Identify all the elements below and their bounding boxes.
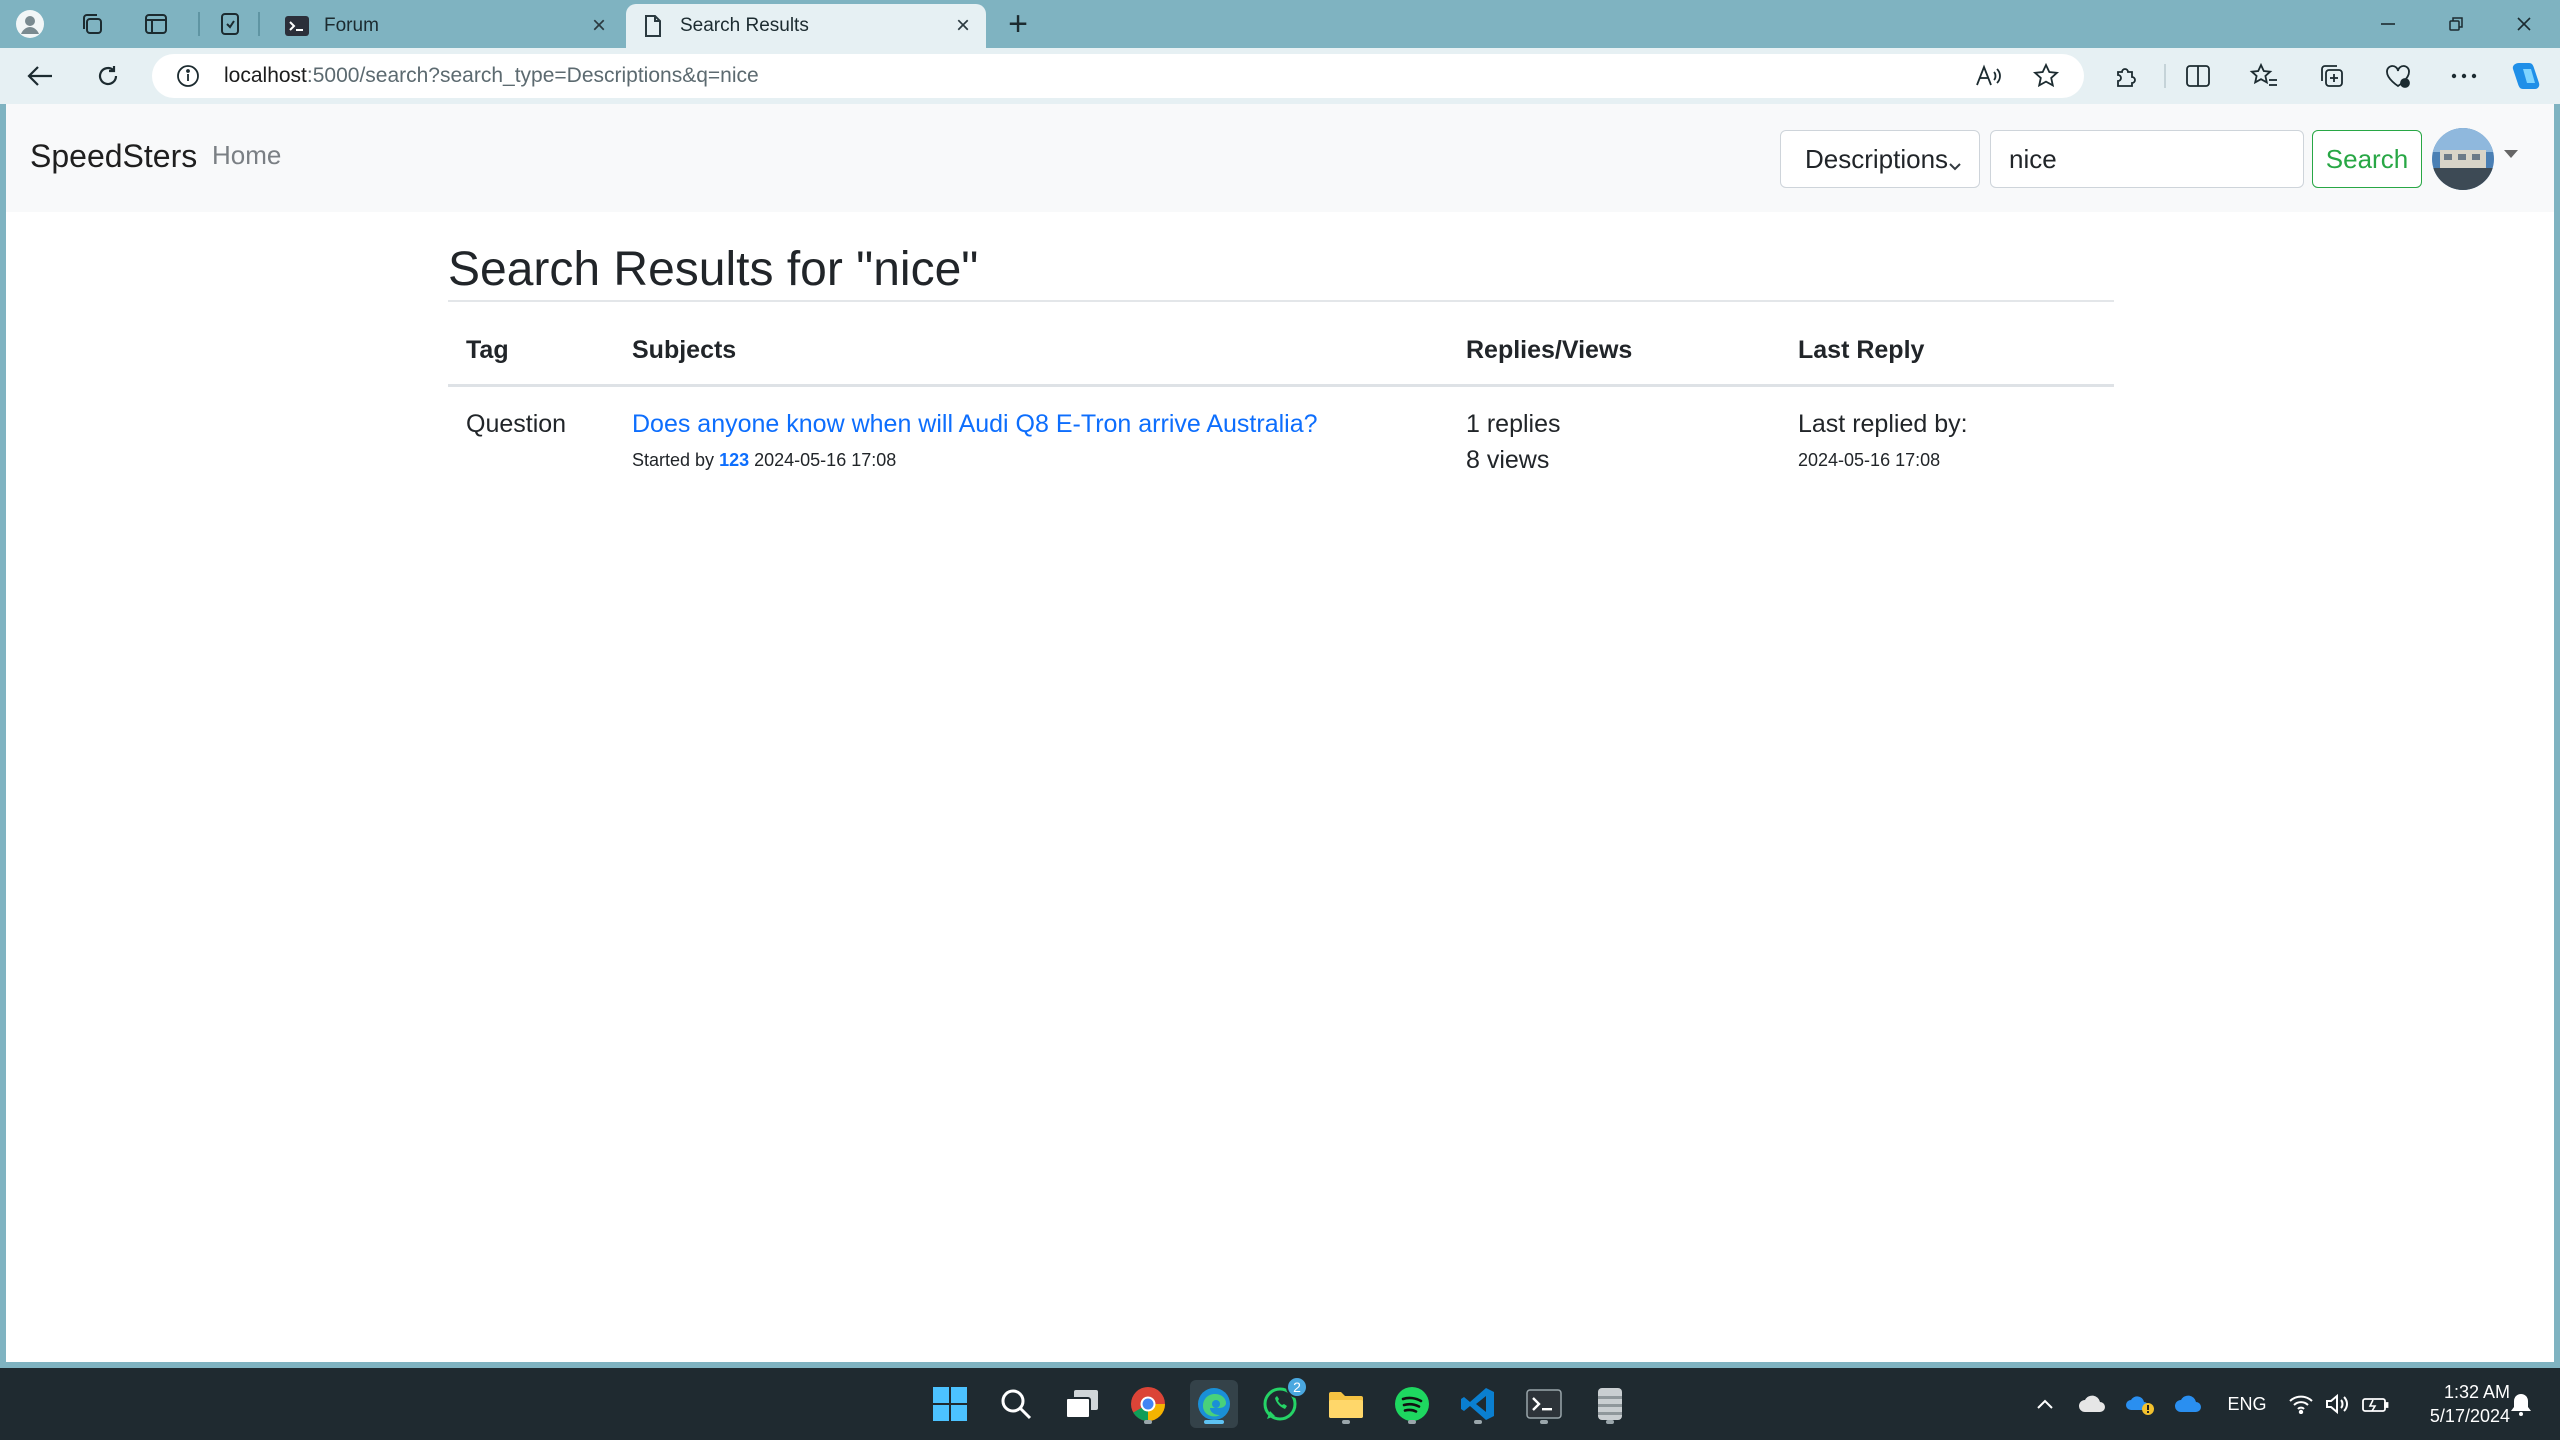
taskbar: 2 ENG 1:32 AM 5/17/2024 [0,1368,2560,1440]
refresh-button[interactable] [86,56,130,96]
user-avatar[interactable] [2432,128,2494,190]
edge-icon[interactable] [1190,1380,1238,1428]
language-indicator[interactable]: ENG [2222,1390,2272,1418]
view-count: 8 views [1466,446,1550,474]
tab-close-icon[interactable]: × [948,11,978,41]
table-header-divider [448,384,2114,387]
windows-start-icon[interactable] [926,1380,974,1428]
task-view-icon[interactable] [1058,1380,1106,1428]
file-explorer-icon[interactable] [1322,1380,1370,1428]
page-favicon-icon [640,13,666,39]
web-viewport: SpeedSters Home Descriptions nice Search [6,104,2554,1362]
row-tag: Question [466,410,567,438]
minimize-button[interactable] [2352,0,2424,48]
url-path: :5000/search?search_type=Descriptions&q=… [306,64,759,87]
running-indicator [1606,1420,1614,1424]
page-title: Search Results for "nice" [448,243,979,296]
new-tab-button[interactable]: + [998,5,1038,43]
cloud-icon[interactable] [2074,1390,2110,1418]
running-indicator [1540,1420,1548,1424]
toolbar-divider [2164,64,2166,88]
site-navbar: SpeedSters Home Descriptions nice Search [6,104,2554,212]
active-indicator [1204,1420,1224,1424]
column-header-last-reply: Last Reply [1798,336,1925,364]
started-by-label: Started by [632,450,715,470]
clock-date: 5/17/2024 [2429,1406,2510,1426]
close-window-button[interactable] [2488,0,2560,48]
titlebar-divider [258,12,260,36]
topic-subject-link[interactable]: Does anyone know when will Audi Q8 E-Tro… [632,410,1318,439]
url-host: localhost [224,64,307,87]
search-type-value: Descriptions [1805,143,1949,174]
search-type-select[interactable]: Descriptions [1780,130,1980,188]
tab-forum[interactable]: Forum × [270,4,622,48]
site-brand[interactable]: SpeedSters [30,138,197,175]
copilot-icon[interactable] [2504,56,2548,96]
chrome-icon[interactable] [1124,1380,1172,1428]
volume-icon[interactable] [2322,1390,2352,1418]
running-indicator [1474,1420,1482,1424]
address-bar[interactable]: localhost:5000/search?search_type=Descri… [152,54,2084,98]
spotify-icon[interactable] [1388,1380,1436,1428]
tab-search-results[interactable]: Search Results × [626,4,986,48]
last-replied-at: 2024-05-16 17:08 [1798,450,1941,470]
running-indicator [1144,1420,1152,1424]
column-header-replies-views: Replies/Views [1466,336,1633,364]
column-header-subjects: Subjects [632,336,737,364]
nav-home-link[interactable]: Home [212,140,281,171]
column-header-tag: Tag [466,336,509,364]
tab-actions-icon[interactable] [140,8,172,40]
topic-started-by: Started by 123 2024-05-16 17:08 [632,450,896,471]
extensions-icon[interactable] [2104,56,2148,96]
workspaces-icon[interactable] [76,8,108,40]
profile-icon[interactable] [14,8,46,40]
battery-icon[interactable] [2358,1390,2392,1418]
whatsapp-icon[interactable]: 2 [1256,1376,1308,1428]
read-aloud-icon[interactable] [1970,58,2006,94]
titlebar-divider [198,12,200,36]
chevron-down-icon [1947,151,1963,182]
started-at: 2024-05-16 17:08 [754,450,897,470]
split-screen-icon[interactable] [2176,56,2220,96]
reply-count: 1 replies [1466,410,1561,438]
last-replied-label: Last replied by: [1798,410,1968,438]
site-info-icon[interactable] [174,62,202,90]
clock-time: 1:32 AM [2443,1382,2510,1402]
wifi-icon[interactable] [2286,1390,2316,1418]
url-text: localhost:5000/search?search_type=Descri… [224,64,759,88]
browser-essentials-icon[interactable] [2376,56,2420,96]
more-options-icon[interactable] [2442,56,2486,96]
restore-button[interactable] [2420,0,2492,48]
chevron-up-icon[interactable] [2030,1390,2060,1418]
terminal-icon[interactable] [1520,1380,1568,1428]
title-divider [448,300,2114,302]
search-query-value: nice [2009,143,2057,174]
user-menu-caret-icon[interactable] [2504,150,2518,158]
onedrive-icon[interactable] [2170,1390,2206,1418]
running-indicator [1408,1420,1416,1424]
favorites-icon[interactable] [2242,56,2286,96]
running-indicator [1342,1420,1350,1424]
vscode-icon[interactable] [1454,1380,1502,1428]
system-clock[interactable]: 1:32 AM 5/17/2024 [2400,1380,2510,1428]
browser-toolbar: localhost:5000/search?search_type=Descri… [0,48,2560,104]
terminal-favicon-icon [284,13,310,39]
onedrive-warning-icon[interactable] [2122,1390,2158,1418]
title-bar: Forum × Search Results × + [0,0,2560,48]
notification-bell-icon[interactable] [2506,1390,2536,1418]
database-app-icon[interactable] [1586,1380,1634,1428]
search-icon[interactable] [992,1380,1040,1428]
search-button[interactable]: Search [2312,130,2422,188]
back-button[interactable] [18,56,62,96]
notification-badge: 2 [1286,1376,1308,1398]
search-input[interactable]: nice [1990,130,2304,188]
tab-title: Forum [324,15,379,36]
collections-icon[interactable] [2310,56,2354,96]
copilot-shield-icon[interactable] [214,8,246,40]
favorite-star-icon[interactable] [2028,58,2064,94]
tab-title: Search Results [680,15,809,36]
tab-close-icon[interactable]: × [584,11,614,41]
author-link[interactable]: 123 [719,450,749,470]
